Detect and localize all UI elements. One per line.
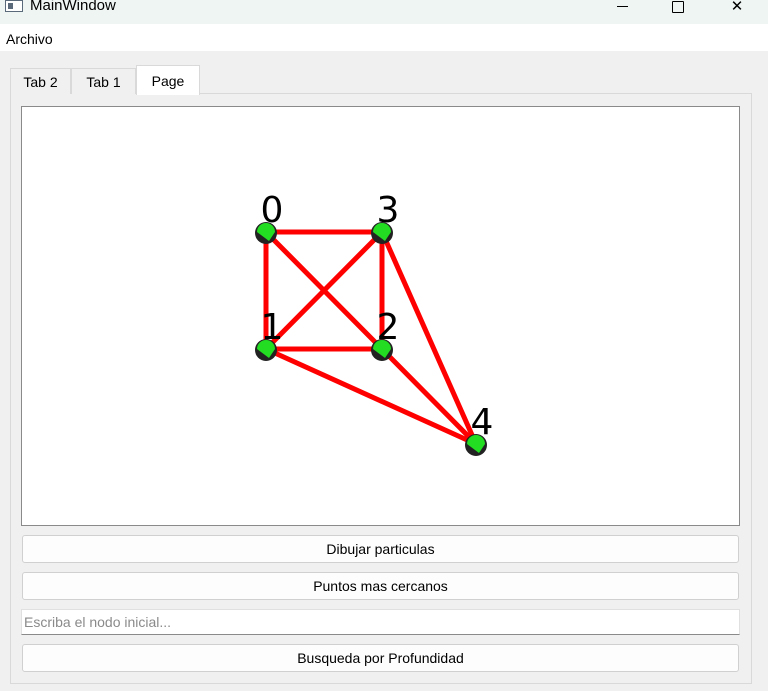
- minimize-button[interactable]: [599, 0, 645, 24]
- puntos-mas-cercanos-button[interactable]: Puntos mas cercanos: [22, 572, 739, 600]
- close-button[interactable]: ✕: [714, 0, 760, 24]
- window-title: MainWindow: [30, 0, 116, 14]
- graph-edges: [263, 229, 479, 447]
- close-icon: ✕: [730, 0, 744, 15]
- tab-tab-1[interactable]: Tab 1: [71, 68, 136, 94]
- graph-node-label-2: 2: [377, 307, 400, 348]
- minimize-icon: [616, 6, 628, 7]
- maximize-icon: [672, 1, 684, 13]
- tab-page[interactable]: Page: [136, 65, 200, 95]
- graph-node-label-1: 1: [261, 307, 284, 348]
- graphics-view[interactable]: 0 3 1 2 4: [21, 106, 740, 526]
- maximize-button[interactable]: [655, 0, 701, 24]
- busqueda-profundidad-button[interactable]: Busqueda por Profundidad: [22, 644, 739, 672]
- app-window-icon: [5, 0, 23, 12]
- tab-tab-2[interactable]: Tab 2: [10, 68, 71, 94]
- graph-node-label-0: 0: [261, 190, 284, 231]
- dibujar-particulas-button[interactable]: Dibujar particulas: [22, 535, 739, 563]
- title-bar: MainWindow ✕: [0, 0, 768, 24]
- menu-bar: Archivo: [0, 24, 768, 51]
- graph-canvas: 0 3 1 2 4: [255, 190, 494, 456]
- graph-edge-2-4: [379, 346, 479, 447]
- menu-archivo[interactable]: Archivo: [6, 31, 53, 47]
- nodo-inicial-input[interactable]: [21, 609, 740, 635]
- graph-node-label-4: 4: [471, 402, 494, 443]
- graph-node-label-3: 3: [377, 190, 400, 231]
- graph-edge-1-4: [263, 346, 479, 447]
